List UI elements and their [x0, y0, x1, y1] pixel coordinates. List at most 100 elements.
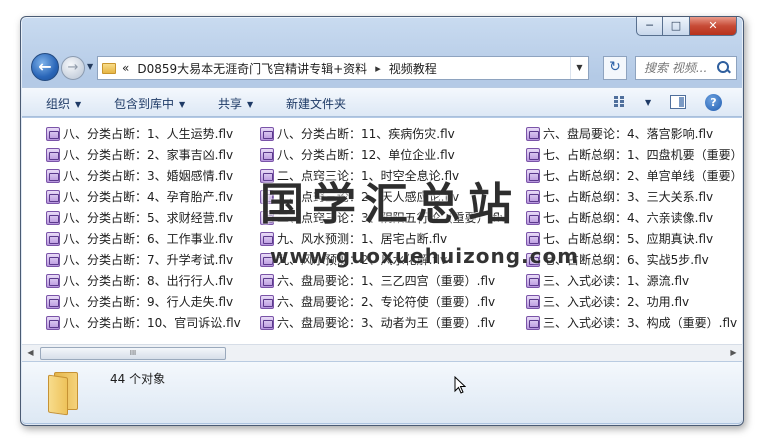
file-column-2: 八、分类占断：11、疾病伤灾.flv 八、分类占断：12、单位企业.flv 二、…: [260, 123, 507, 333]
flv-file-icon: [260, 252, 274, 267]
flv-file-icon: [526, 273, 540, 288]
file-name: 三、入式必读：2、功用.flv: [543, 295, 690, 309]
file-item[interactable]: 八、分类占断：1、人生运势.flv: [46, 123, 241, 144]
recent-pages-dropdown-icon[interactable]: ▼: [87, 62, 93, 71]
forward-button[interactable]: →: [61, 56, 85, 80]
file-item[interactable]: 七、占断总纲：2、单宫单线（重要）: [526, 165, 742, 186]
file-name: 二、点窍三论：2、天人感应论.flv: [277, 190, 460, 204]
chevron-down-icon: ▼: [75, 100, 82, 109]
file-item[interactable]: 八、分类占断：4、孕育胎产.flv: [46, 186, 241, 207]
organize-button[interactable]: 组织 ▼: [46, 95, 81, 112]
file-item[interactable]: 三、入式必读：1、源流.flv: [526, 270, 742, 291]
file-item[interactable]: 八、分类占断：10、官司诉讼.flv: [46, 312, 241, 333]
flv-file-icon: [526, 294, 540, 309]
file-item[interactable]: 七、占断总纲：1、四盘机要（重要）: [526, 144, 742, 165]
breadcrumb-overflow[interactable]: «: [122, 61, 129, 75]
scroll-thumb[interactable]: III: [40, 347, 226, 360]
chevron-down-icon: ▼: [179, 100, 186, 109]
address-bar[interactable]: « D0859大易本无涯奇门飞宫精讲专辑+资料 ▸ 视频教程 ▼: [97, 56, 589, 80]
file-name: 二、点窍三论：3、阴阳五行论（重要）.flv: [277, 211, 508, 225]
file-item[interactable]: 六、盘局要论：2、专论符使（重要）.flv: [260, 291, 507, 312]
file-item[interactable]: 七、占断总纲：5、应期真诀.flv: [526, 228, 742, 249]
flv-file-icon: [46, 252, 60, 267]
flv-file-icon: [526, 231, 540, 246]
file-item[interactable]: 七、占断总纲：6、实战5步.flv: [526, 249, 742, 270]
file-name: 八、分类占断：11、疾病伤灾.flv: [277, 127, 455, 141]
flv-file-icon: [46, 210, 60, 225]
file-item[interactable]: 二、点窍三论：3、阴阳五行论（重要）.flv: [260, 207, 507, 228]
file-name: 三、入式必读：3、构成（重要）.flv: [543, 316, 738, 330]
file-item[interactable]: 八、分类占断：11、疾病伤灾.flv: [260, 123, 507, 144]
mouse-cursor-icon: [454, 376, 466, 394]
refresh-button[interactable]: ↻: [603, 56, 627, 80]
file-item[interactable]: 三、入式必读：2、功用.flv: [526, 291, 742, 312]
details-pane: 44 个对象: [22, 361, 742, 423]
file-name: 六、盘局要论：2、专论符使（重要）.flv: [277, 295, 496, 309]
address-dropdown-icon[interactable]: ▼: [570, 57, 588, 79]
help-icon[interactable]: ?: [705, 94, 722, 111]
flv-file-icon: [46, 189, 60, 204]
file-item[interactable]: 八、分类占断：12、单位企业.flv: [260, 144, 507, 165]
file-item[interactable]: 八、分类占断：3、婚姻感情.flv: [46, 165, 241, 186]
scroll-right-arrow-icon[interactable]: ▶: [725, 345, 742, 361]
back-button[interactable]: ←: [31, 53, 59, 81]
file-item[interactable]: 六、盘局要论：3、动者为王（重要）.flv: [260, 312, 507, 333]
search-box[interactable]: [635, 56, 737, 80]
flv-file-icon: [46, 273, 60, 288]
preview-pane-icon[interactable]: [670, 95, 686, 109]
file-item[interactable]: 八、分类占断：9、行人走失.flv: [46, 291, 241, 312]
file-item[interactable]: 八、分类占断：8、出行行人.flv: [46, 270, 241, 291]
folder-icon: [48, 370, 80, 416]
share-button[interactable]: 共享 ▼: [218, 95, 253, 112]
file-name: 八、分类占断：8、出行行人.flv: [63, 274, 234, 288]
file-name: 二、点窍三论：1、时空全息论.flv: [277, 169, 460, 183]
file-item[interactable]: 六、盘局要论：1、三乙四宫（重要）.flv: [260, 270, 507, 291]
file-item[interactable]: 八、分类占断：6、工作事业.flv: [46, 228, 241, 249]
new-folder-button[interactable]: 新建文件夹: [286, 95, 346, 112]
view-options-chevron-down-icon[interactable]: ▼: [640, 95, 651, 109]
minimize-button[interactable]: ─: [636, 17, 663, 36]
maximize-button[interactable]: □: [663, 17, 690, 36]
file-item[interactable]: 八、分类占断：2、家事吉凶.flv: [46, 144, 241, 165]
search-input[interactable]: [644, 61, 712, 75]
file-name: 八、分类占断：7、升学考试.flv: [63, 253, 234, 267]
file-item[interactable]: 七、占断总纲：4、六亲读像.flv: [526, 207, 742, 228]
close-button[interactable]: ✕: [690, 17, 737, 36]
flv-file-icon: [526, 189, 540, 204]
flv-file-icon: [526, 126, 540, 141]
search-icon[interactable]: [717, 61, 731, 75]
flv-file-icon: [46, 315, 60, 330]
breadcrumb-separator-icon[interactable]: ▸: [375, 62, 381, 75]
file-item[interactable]: 二、点窍三论：2、天人感应论.flv: [260, 186, 507, 207]
flv-file-icon: [260, 315, 274, 330]
flv-file-icon: [526, 252, 540, 267]
file-item[interactable]: 六、盘局要论：4、落宫影响.flv: [526, 123, 742, 144]
caption-buttons: ─ □ ✕: [636, 17, 737, 37]
scroll-left-arrow-icon[interactable]: ◀: [22, 345, 39, 361]
flv-file-icon: [46, 147, 60, 162]
change-view-icon[interactable]: [614, 96, 630, 108]
breadcrumb-item-parent[interactable]: D0859大易本无涯奇门飞宫精讲专辑+资料: [137, 60, 367, 77]
chevron-down-icon: ▼: [247, 100, 254, 109]
flv-file-icon: [46, 231, 60, 246]
flv-file-icon: [526, 147, 540, 162]
flv-file-icon: [260, 189, 274, 204]
flv-file-icon: [526, 210, 540, 225]
file-item[interactable]: 三、入式必读：3、构成（重要）.flv: [526, 312, 742, 333]
file-item[interactable]: 八、分类占断：7、升学考试.flv: [46, 249, 241, 270]
file-item[interactable]: 九、风水预测：1、居宅占断.flv: [260, 228, 507, 249]
horizontal-scrollbar[interactable]: ◀ III ▶: [22, 344, 742, 361]
file-item[interactable]: 二、点窍三论：1、时空全息论.flv: [260, 165, 507, 186]
file-item[interactable]: 七、占断总纲：3、三大关系.flv: [526, 186, 742, 207]
file-name: 八、分类占断：10、官司诉讼.flv: [63, 316, 241, 330]
file-name: 八、分类占断：1、人生运势.flv: [63, 127, 234, 141]
file-item[interactable]: 九、风水预测：2、风水化解.flv: [260, 249, 507, 270]
file-name: 八、分类占断：6、工作事业.flv: [63, 232, 234, 246]
breadcrumb-item-current[interactable]: 视频教程: [389, 60, 437, 77]
file-column-3: 六、盘局要论：4、落宫影响.flv 七、占断总纲：1、四盘机要（重要） 七、占断…: [526, 123, 742, 333]
file-name: 七、占断总纲：1、四盘机要（重要）: [543, 148, 742, 162]
include-in-library-button[interactable]: 包含到库中 ▼: [114, 95, 185, 112]
flv-file-icon: [260, 168, 274, 183]
file-name: 六、盘局要论：1、三乙四宫（重要）.flv: [277, 274, 496, 288]
file-item[interactable]: 八、分类占断：5、求财经营.flv: [46, 207, 241, 228]
